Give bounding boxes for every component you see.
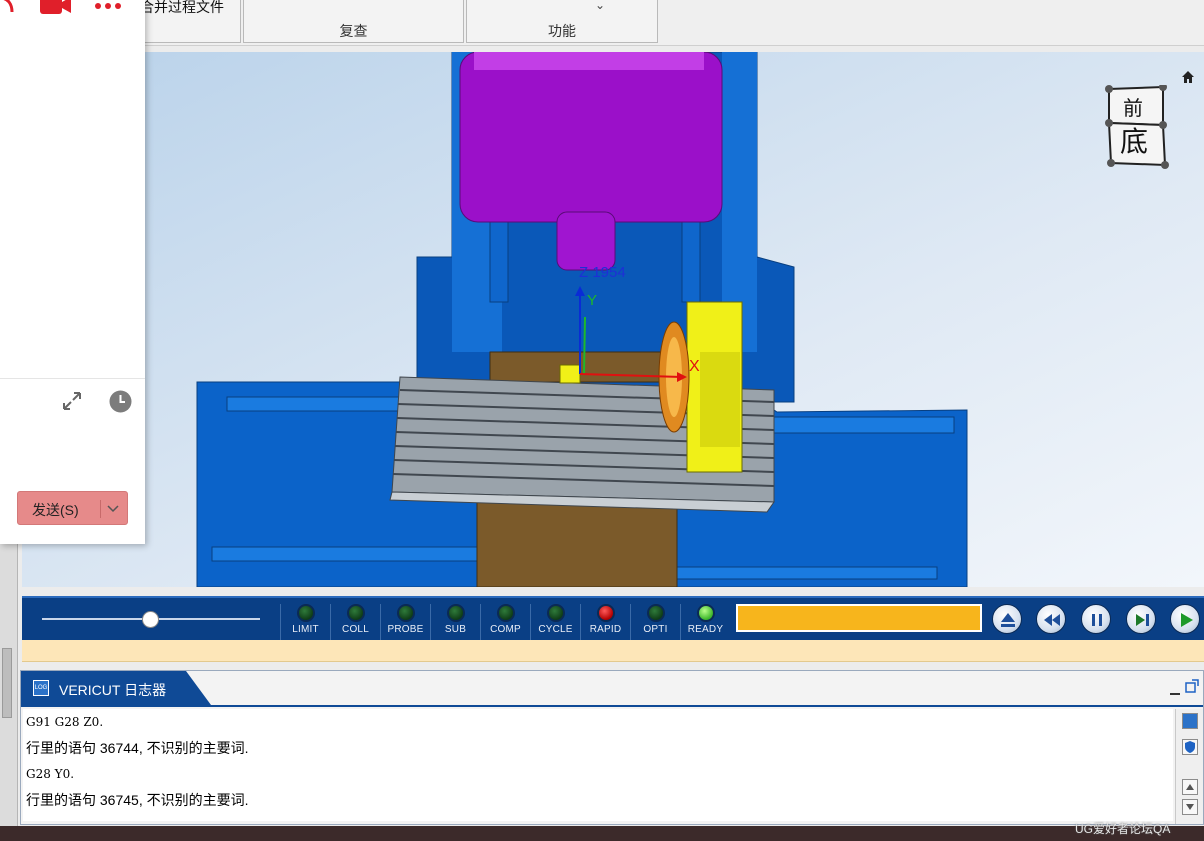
ribbon-group-function: 功能 xyxy=(466,0,658,43)
view-cube-bottom-label: 底 xyxy=(1120,125,1148,158)
play-button[interactable] xyxy=(1170,604,1200,634)
indicator-label: COLL xyxy=(342,624,369,635)
undock-icon[interactable] xyxy=(1185,679,1199,698)
scroll-down-button[interactable] xyxy=(1182,799,1198,815)
ribbon-group-review: 复查 xyxy=(243,0,464,43)
rewind-button[interactable] xyxy=(1036,604,1066,634)
play-icon xyxy=(1181,613,1193,627)
phone-icon[interactable] xyxy=(0,0,16,21)
ribbon-group-function-label: 功能 xyxy=(548,23,576,39)
indicator-light-icon xyxy=(296,604,315,622)
axis-x-label: X xyxy=(689,358,700,375)
pause-button[interactable] xyxy=(1081,604,1111,634)
indicator-light-icon xyxy=(646,604,665,622)
indicator-light-icon xyxy=(546,604,565,622)
indicator-light-icon xyxy=(446,604,465,622)
eject-icon xyxy=(1001,613,1015,627)
indicator-label: RAPID xyxy=(589,624,622,635)
step-forward-button[interactable] xyxy=(1126,604,1156,634)
indicator-light-icon xyxy=(596,604,615,622)
home-view-icon[interactable] xyxy=(1180,69,1196,90)
indicator-label: PROBE xyxy=(387,624,424,635)
status-strip xyxy=(22,640,1204,662)
step-forward-icon xyxy=(1136,614,1149,626)
axis-z-label: Z 1954 xyxy=(579,264,626,281)
indicator-sub: SUB xyxy=(430,604,480,640)
vericut-logger-panel: LOG VERICUT 日志器 G91 G28 Z0. 行里的语句 36744,… xyxy=(20,670,1204,825)
simulation-progress-bar xyxy=(736,604,982,632)
left-scroll-strip xyxy=(0,540,18,830)
merge-process-files-button[interactable]: 合并过程文件 xyxy=(140,0,224,17)
indicator-probe: PROBE xyxy=(380,604,430,640)
chat-divider xyxy=(0,378,145,379)
chevron-down-icon[interactable]: ⌄ xyxy=(595,0,605,12)
machine-viewport[interactable]: Z 1954 Y X xyxy=(22,52,1204,587)
log-view-icon[interactable] xyxy=(1182,713,1198,729)
indicator-limit: LIMIT xyxy=(280,604,330,640)
view-cube[interactable]: 前 底 xyxy=(1105,83,1173,174)
expand-icon[interactable] xyxy=(61,390,83,417)
indicator-light-icon xyxy=(696,604,715,622)
indicator-coll: COLL xyxy=(330,604,380,640)
send-button-label: 发送(S) xyxy=(32,502,79,518)
send-button[interactable]: 发送(S) xyxy=(17,491,128,525)
pause-icon xyxy=(1092,614,1102,626)
machine-scene: Z 1954 Y X xyxy=(22,52,1204,587)
minimize-icon[interactable] xyxy=(1169,683,1181,701)
send-button-divider xyxy=(100,500,101,518)
log-line: G91 G28 Z0. xyxy=(26,715,104,729)
ribbon: 合并过程文件 复查 功能 ⌄ xyxy=(0,0,1204,46)
indicator-label: SUB xyxy=(444,624,467,635)
log-line: 行里的语句 36744, 不识别的主要词. xyxy=(26,740,249,756)
simulation-control-bar: LIMIT COLL PROBE SUB COMP CYCLE RAPID OPTI READY xyxy=(22,596,1204,640)
chat-popup: 发送(S) xyxy=(0,0,145,544)
eject-button[interactable] xyxy=(992,604,1022,634)
logger-tab[interactable]: LOG VERICUT 日志器 xyxy=(21,671,211,705)
log-line: 行里的语句 36745, 不识别的主要词. xyxy=(26,792,249,808)
axis-y-label: Y xyxy=(587,292,597,309)
indicator-label: CYCLE xyxy=(538,624,573,635)
more-options-icon[interactable] xyxy=(94,0,124,16)
ribbon-group-review-label: 复查 xyxy=(339,23,368,39)
left-scroll-thumb[interactable] xyxy=(2,648,12,718)
scroll-up-button[interactable] xyxy=(1182,779,1198,795)
indicator-label: OPTI xyxy=(643,624,668,635)
watermark: UG爱好者论坛QA xyxy=(1075,822,1171,836)
rewind-icon xyxy=(1044,614,1060,626)
indicator-label: COMP xyxy=(490,624,521,635)
indicator-rapid: RAPID xyxy=(580,604,630,640)
indicator-label: LIMIT xyxy=(292,624,319,635)
view-cube-front-label: 前 xyxy=(1123,96,1143,120)
indicator-opti: OPTI xyxy=(630,604,680,640)
indicator-ready: READY xyxy=(680,604,730,640)
log-icon: LOG xyxy=(33,680,49,696)
indicator-comp: COMP xyxy=(480,604,530,640)
chevron-down-icon[interactable] xyxy=(106,501,120,520)
indicator-light-icon xyxy=(496,604,515,622)
logger-tab-underline xyxy=(21,705,1203,707)
shield-icon[interactable] xyxy=(1182,739,1198,755)
taskbar-strip xyxy=(0,826,1204,841)
indicator-light-icon xyxy=(346,604,365,622)
indicator-label: READY xyxy=(687,624,724,635)
logger-title: VERICUT 日志器 xyxy=(59,682,167,698)
indicator-light-icon xyxy=(396,604,415,622)
speed-slider-knob[interactable] xyxy=(142,611,159,628)
video-call-icon[interactable] xyxy=(40,0,72,21)
logger-side-toolbar xyxy=(1175,709,1203,824)
log-line: G28 Y0. xyxy=(26,767,75,781)
logger-body: G91 G28 Z0. 行里的语句 36744, 不识别的主要词. G28 Y0… xyxy=(23,709,1173,821)
history-clock-icon[interactable] xyxy=(109,390,132,418)
indicator-cycle: CYCLE xyxy=(530,604,580,640)
